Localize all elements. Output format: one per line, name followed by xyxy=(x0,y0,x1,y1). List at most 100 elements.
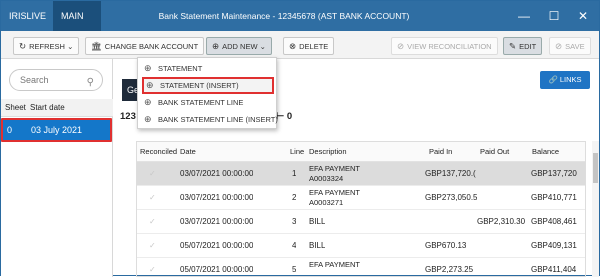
col-start-date: Start date xyxy=(30,103,65,112)
toolbar: ↻ REFRESH ⌄ 🏛 CHANGE BANK ACCOUNT ⊕ ADD NEW… xyxy=(1,31,599,59)
menu-item-label: STATEMENT (INSERT) xyxy=(160,81,239,90)
sheet-list-header: Sheet Start date xyxy=(1,99,113,117)
cell-description: EFA PAYMENT xyxy=(309,164,360,173)
change-bank-account-button[interactable]: 🏛 CHANGE BANK ACCOUNT xyxy=(85,37,205,55)
plus-circle-icon: ⊕ xyxy=(144,63,152,73)
cell-description: EFA PAYMENT xyxy=(309,188,360,197)
cell-paid-in: GBP137,720.( xyxy=(425,169,476,178)
cell-description-ref: A0003324 xyxy=(309,174,344,183)
cell-balance: GBP137,720 xyxy=(531,169,577,178)
delete-icon: ⊗ xyxy=(289,41,297,51)
tab-irislive[interactable]: IRISLIVE xyxy=(1,1,51,31)
cell-date: 03/07/2021 00:00:00 xyxy=(180,169,254,178)
table-row[interactable]: ✓ 05/07/2021 00:00:00 5 EFA PAYMENT GBP2… xyxy=(137,258,585,276)
scrollbar-thumb[interactable] xyxy=(593,153,598,183)
cell-line: 2 xyxy=(292,193,297,202)
check-icon[interactable]: ✓ xyxy=(149,186,156,210)
cell-balance: GBP408,461 xyxy=(531,217,577,226)
table-row[interactable]: ✓ 03/07/2021 00:00:00 3 BILL GBP2,310.30… xyxy=(137,210,585,234)
check-icon[interactable]: ✓ xyxy=(149,162,156,186)
close-button[interactable]: ✕ xyxy=(568,1,598,31)
cell-date: 03/07/2021 00:00:00 xyxy=(180,193,254,202)
grid-header: Reconciled Date Line Description Paid In… xyxy=(137,142,585,162)
col-balance[interactable]: Balance xyxy=(532,142,559,162)
col-description[interactable]: Description xyxy=(309,142,347,162)
col-reconciled[interactable]: Reconciled xyxy=(140,142,177,162)
edit-button[interactable]: ✎ EDIT xyxy=(503,37,543,55)
cell-paid-in: GBP670.13 xyxy=(425,241,467,250)
add-new-label: ADD NEW xyxy=(222,42,258,51)
delete-label: DELETE xyxy=(299,42,329,51)
cell-line: 5 xyxy=(292,265,297,274)
view-reconciliation-label: VIEW RECONCILIATION xyxy=(407,42,492,51)
search-placeholder: Search xyxy=(20,75,49,85)
menu-item-label: STATEMENT xyxy=(158,64,203,73)
links-button[interactable]: 🔗 LINKS xyxy=(540,71,590,89)
col-paid-in[interactable]: Paid In xyxy=(429,142,452,162)
sheet-list-panel: Search ⚲ Sheet Start date 0 03 July 2021 xyxy=(1,59,113,277)
add-new-dropdown-menu: ⊕ STATEMENT ⊕ STATEMENT (INSERT) ⊕ BANK STA… xyxy=(137,57,278,129)
title-bar: IRISLIVE MAIN Bank Statement Maintenance… xyxy=(1,1,599,31)
cell-description: EFA PAYMENT xyxy=(309,260,360,269)
cell-paid-in: GBP273,050.5 xyxy=(425,193,477,202)
minimize-button[interactable]: — xyxy=(509,1,539,31)
plus-circle-icon: ⊕ xyxy=(146,80,154,90)
menu-item-bank-statement-line[interactable]: ⊕ BANK STATEMENT LINE xyxy=(142,94,274,111)
vertical-scrollbar[interactable] xyxy=(592,141,599,277)
links-label: LINKS xyxy=(559,75,582,84)
cell-date: 03/07/2021 00:00:00 xyxy=(180,217,254,226)
cell-date: 05/07/2021 00:00:00 xyxy=(180,241,254,250)
col-paid-out[interactable]: Paid Out xyxy=(480,142,509,162)
refresh-icon: ↻ xyxy=(19,41,27,51)
col-sheet: Sheet xyxy=(5,103,26,112)
plus-circle-icon: ⊕ xyxy=(144,114,152,124)
save-label: SAVE xyxy=(565,42,585,51)
window-title: Bank Statement Maintenance - 12345678 (A… xyxy=(158,11,410,21)
col-line[interactable]: Line xyxy=(290,142,304,162)
account-number: 123 xyxy=(120,111,136,122)
search-input[interactable]: Search ⚲ xyxy=(9,69,103,91)
add-new-button[interactable]: ⊕ ADD NEW ⌄ xyxy=(206,37,272,55)
menu-item-statement[interactable]: ⊕ STATEMENT xyxy=(142,60,274,77)
menu-item-label: BANK STATEMENT LINE (INSERT) xyxy=(158,115,278,124)
app-window: IRISLIVE MAIN Bank Statement Maintenance… xyxy=(0,0,600,277)
chevron-down-icon: ⌄ xyxy=(259,42,266,51)
table-row[interactable]: ✓ 03/07/2021 00:00:00 2 EFA PAYMENT A000… xyxy=(137,186,585,210)
plus-circle-icon: ⊕ xyxy=(144,97,152,107)
cell-balance: GBP410,771 xyxy=(531,193,577,202)
cell-paid-in: GBP2,273.25 xyxy=(425,265,474,274)
chevron-down-icon: ⌄ xyxy=(67,42,74,51)
check-icon[interactable]: ✓ xyxy=(149,210,156,234)
tab-main[interactable]: MAIN xyxy=(53,1,101,31)
menu-item-statement-insert[interactable]: ⊕ STATEMENT (INSERT) xyxy=(142,77,274,94)
col-date[interactable]: Date xyxy=(180,142,196,162)
table-row[interactable]: ✓ 03/07/2021 00:00:00 1 EFA PAYMENT A000… xyxy=(137,162,585,186)
cell-balance: GBP411,404 xyxy=(531,265,577,274)
table-row[interactable]: ✓ 05/07/2021 00:00:00 4 BILL GBP670.13 G… xyxy=(137,234,585,258)
edit-icon: ✎ xyxy=(509,41,517,51)
statement-lines-grid: Reconciled Date Line Description Paid In… xyxy=(136,141,586,277)
menu-item-bank-statement-line-insert[interactable]: ⊕ BANK STATEMENT LINE (INSERT) xyxy=(142,111,278,128)
cell-description-ref: A0003271 xyxy=(309,198,344,207)
maximize-button[interactable]: ☐ xyxy=(539,1,569,31)
save-button[interactable]: ⊘ SAVE xyxy=(549,37,591,55)
delete-button[interactable]: ⊗ DELETE xyxy=(283,37,335,55)
highlight-box xyxy=(1,118,112,142)
check-icon[interactable]: ✓ xyxy=(149,258,156,276)
bank-icon: 🏛 xyxy=(91,41,102,51)
view-reconciliation-button[interactable]: ⊘ VIEW RECONCILIATION xyxy=(391,37,498,55)
check-icon[interactable]: ✓ xyxy=(149,234,156,258)
balance-indicator: ⊢ 0 xyxy=(276,111,293,122)
link-icon: 🔗 xyxy=(548,75,558,84)
menu-item-label: BANK STATEMENT LINE xyxy=(158,98,244,107)
change-bank-account-label: CHANGE BANK ACCOUNT xyxy=(104,42,199,51)
cell-description: BILL xyxy=(309,241,326,250)
edit-label: EDIT xyxy=(519,42,537,51)
cell-line: 1 xyxy=(292,169,297,178)
refresh-label: REFRESH xyxy=(29,42,65,51)
search-icon: ⚲ xyxy=(86,77,94,88)
cell-paid-out: GBP2,310.30 xyxy=(477,217,526,226)
refresh-button[interactable]: ↻ REFRESH ⌄ xyxy=(13,37,80,55)
save-icon: ⊘ xyxy=(555,41,563,51)
cell-balance: GBP409,131 xyxy=(531,241,577,250)
